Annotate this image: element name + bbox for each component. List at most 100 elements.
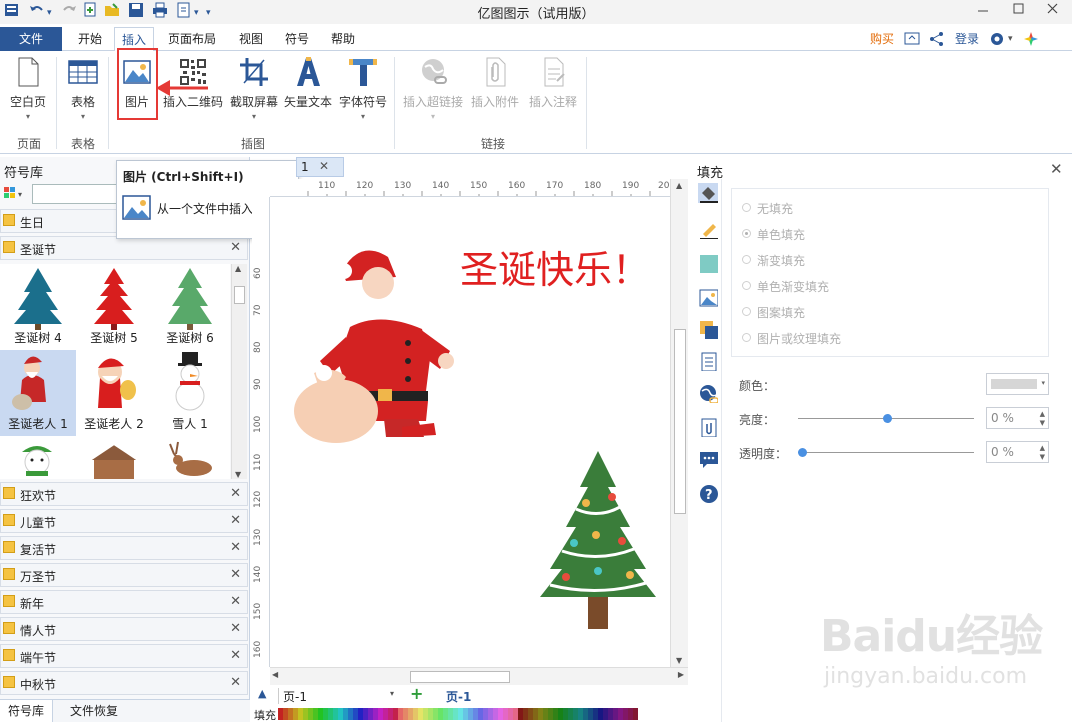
- table-dropdown-icon[interactable]: ▾: [62, 112, 104, 121]
- table-button[interactable]: 表格 ▾: [62, 55, 104, 121]
- close-category-icon[interactable]: ✕: [230, 648, 241, 663]
- page-tab[interactable]: 页-1: [446, 688, 471, 705]
- brightness-spinbox[interactable]: 0 % ▲ ▼: [986, 407, 1049, 429]
- share-icon[interactable]: [928, 30, 946, 48]
- scroll-down-icon[interactable]: ▼: [235, 470, 241, 479]
- palette-swatch[interactable]: [633, 708, 638, 720]
- scroll-right-icon[interactable]: ▶: [678, 670, 684, 679]
- category-easter[interactable]: 复活节 ✕: [0, 536, 248, 560]
- add-page-icon[interactable]: +: [410, 684, 423, 703]
- tab-symbol[interactable]: 符号: [278, 27, 316, 51]
- shape-christmas-tree-5[interactable]: 圣诞树 5: [76, 264, 152, 350]
- blank-page-button[interactable]: 空白页 ▾: [6, 55, 50, 121]
- buy-link[interactable]: 购买: [870, 30, 894, 48]
- drawing-canvas[interactable]: 圣诞快乐！: [270, 197, 670, 667]
- close-category-icon[interactable]: ✕: [230, 567, 241, 582]
- tab-page-layout[interactable]: 页面布局: [164, 27, 220, 51]
- hyperlink-dropdown-icon[interactable]: ▾: [400, 112, 466, 121]
- transparency-slider-thumb[interactable]: [798, 448, 807, 457]
- canvas-hscroll-thumb[interactable]: [410, 671, 510, 683]
- insert-attachment-button[interactable]: 插入附件: [468, 55, 522, 110]
- shape-santa-2[interactable]: 圣诞老人 2: [76, 350, 152, 436]
- tab-symbol-library[interactable]: 符号库: [0, 700, 54, 722]
- shape-grid-scrollbar[interactable]: ▲ ▼: [231, 264, 247, 479]
- comment-property-icon[interactable]: [698, 449, 718, 469]
- scroll-up-icon[interactable]: ▲: [676, 181, 682, 190]
- close-category-icon[interactable]: ✕: [230, 621, 241, 636]
- page-selector-dropdown-icon[interactable]: ▾: [390, 689, 394, 698]
- shadow-icon[interactable]: [698, 253, 718, 273]
- attachment-property-icon[interactable]: [698, 417, 718, 437]
- document-tab[interactable]: 1 ✕: [296, 157, 344, 177]
- close-document-icon[interactable]: ✕: [319, 159, 329, 173]
- line-pen-icon[interactable]: [698, 219, 718, 239]
- share-screen-icon[interactable]: [903, 30, 921, 48]
- close-category-icon[interactable]: ✕: [230, 240, 241, 255]
- tab-file-recovery[interactable]: 文件恢复: [70, 702, 118, 719]
- color-swatches[interactable]: [278, 708, 638, 720]
- spin-down-icon[interactable]: ▼: [1040, 419, 1045, 427]
- spin-up-icon[interactable]: ▲: [1040, 444, 1045, 452]
- font-symbol-dropdown-icon[interactable]: ▾: [336, 112, 390, 121]
- close-category-icon[interactable]: ✕: [230, 486, 241, 501]
- category-new-year[interactable]: 新年 ✕: [0, 590, 248, 614]
- category-childrens-day[interactable]: 儿童节 ✕: [0, 509, 248, 533]
- insert-comment-button[interactable]: 插入注释: [526, 55, 580, 110]
- close-category-icon[interactable]: ✕: [230, 513, 241, 528]
- shape-christmas-tree-6[interactable]: 圣诞树 6: [152, 264, 228, 350]
- scroll-left-icon[interactable]: ◀: [272, 670, 278, 679]
- shape-santa-1[interactable]: 圣诞老人 1: [0, 350, 76, 436]
- scrollbar-thumb[interactable]: [234, 286, 245, 304]
- font-symbol-button[interactable]: 字体符号 ▾: [336, 55, 390, 121]
- layer-icon[interactable]: [698, 319, 718, 339]
- scroll-up-icon[interactable]: ▲: [235, 264, 241, 273]
- shape-christmas-tree-4[interactable]: 圣诞树 4: [0, 264, 76, 350]
- close-icon[interactable]: [1036, 0, 1070, 22]
- category-valentines[interactable]: 情人节 ✕: [0, 617, 248, 641]
- fill-bucket-icon[interactable]: [698, 183, 718, 203]
- screenshot-button[interactable]: 截取屏幕 ▾: [228, 55, 280, 121]
- library-menu-icon[interactable]: ▾: [3, 186, 29, 202]
- spin-down-icon[interactable]: ▼: [1040, 453, 1045, 461]
- christmas-greeting-text[interactable]: 圣诞快乐！: [460, 239, 650, 294]
- transparency-spinbox[interactable]: 0 % ▲ ▼: [986, 441, 1049, 463]
- expand-pages-icon[interactable]: ▲: [258, 687, 266, 700]
- blank-page-dropdown-icon[interactable]: ▾: [6, 112, 50, 121]
- tab-home[interactable]: 开始: [70, 27, 110, 51]
- santa-claus-image[interactable]: [290, 241, 460, 451]
- vector-text-button[interactable]: 矢量文本: [282, 55, 334, 110]
- help-icon[interactable]: ?: [698, 483, 718, 503]
- category-halloween[interactable]: 万圣节 ✕: [0, 563, 248, 587]
- page-property-icon[interactable]: [698, 351, 718, 371]
- brightness-slider-thumb[interactable]: [883, 414, 892, 423]
- library-search-input[interactable]: [32, 184, 118, 204]
- minimize-icon[interactable]: [966, 0, 1000, 22]
- close-panel-icon[interactable]: ✕: [1050, 160, 1063, 178]
- maximize-icon[interactable]: [1002, 0, 1036, 22]
- color-dropdown-icon[interactable]: ▾: [1041, 379, 1045, 387]
- shape-snowman-1[interactable]: 雪人 1: [152, 350, 228, 436]
- close-category-icon[interactable]: ✕: [230, 675, 241, 690]
- file-menu-button[interactable]: 文件: [0, 27, 62, 51]
- close-category-icon[interactable]: ✕: [230, 540, 241, 555]
- gear-icon[interactable]: [988, 30, 1006, 48]
- image-property-icon[interactable]: [698, 287, 718, 307]
- category-carnival[interactable]: 狂欢节 ✕: [0, 482, 248, 506]
- login-link[interactable]: 登录: [955, 30, 979, 48]
- canvas-vscroll-thumb[interactable]: [674, 329, 686, 514]
- color-picker[interactable]: ▾: [986, 373, 1049, 395]
- spin-up-icon[interactable]: ▲: [1040, 410, 1045, 418]
- page-selector[interactable]: 页-1 ▾: [278, 688, 396, 704]
- category-mid-autumn[interactable]: 中秋节 ✕: [0, 671, 248, 695]
- scroll-down-icon[interactable]: ▼: [676, 656, 682, 665]
- canvas-vertical-scrollbar[interactable]: ▲ ▼: [670, 179, 688, 667]
- hyperlink-property-icon[interactable]: [698, 383, 718, 403]
- skin-icon[interactable]: [1022, 30, 1040, 48]
- christmas-tree-image[interactable]: [536, 447, 660, 633]
- transparency-slider[interactable]: [798, 452, 974, 453]
- category-dragon-boat[interactable]: 端午节 ✕: [0, 644, 248, 668]
- settings-dropdown-icon[interactable]: ▾: [1008, 30, 1013, 48]
- canvas-horizontal-scrollbar[interactable]: ◀ ▶: [270, 667, 688, 685]
- tab-help[interactable]: 帮助: [324, 27, 362, 51]
- category-christmas[interactable]: 圣诞节 ✕: [0, 236, 248, 260]
